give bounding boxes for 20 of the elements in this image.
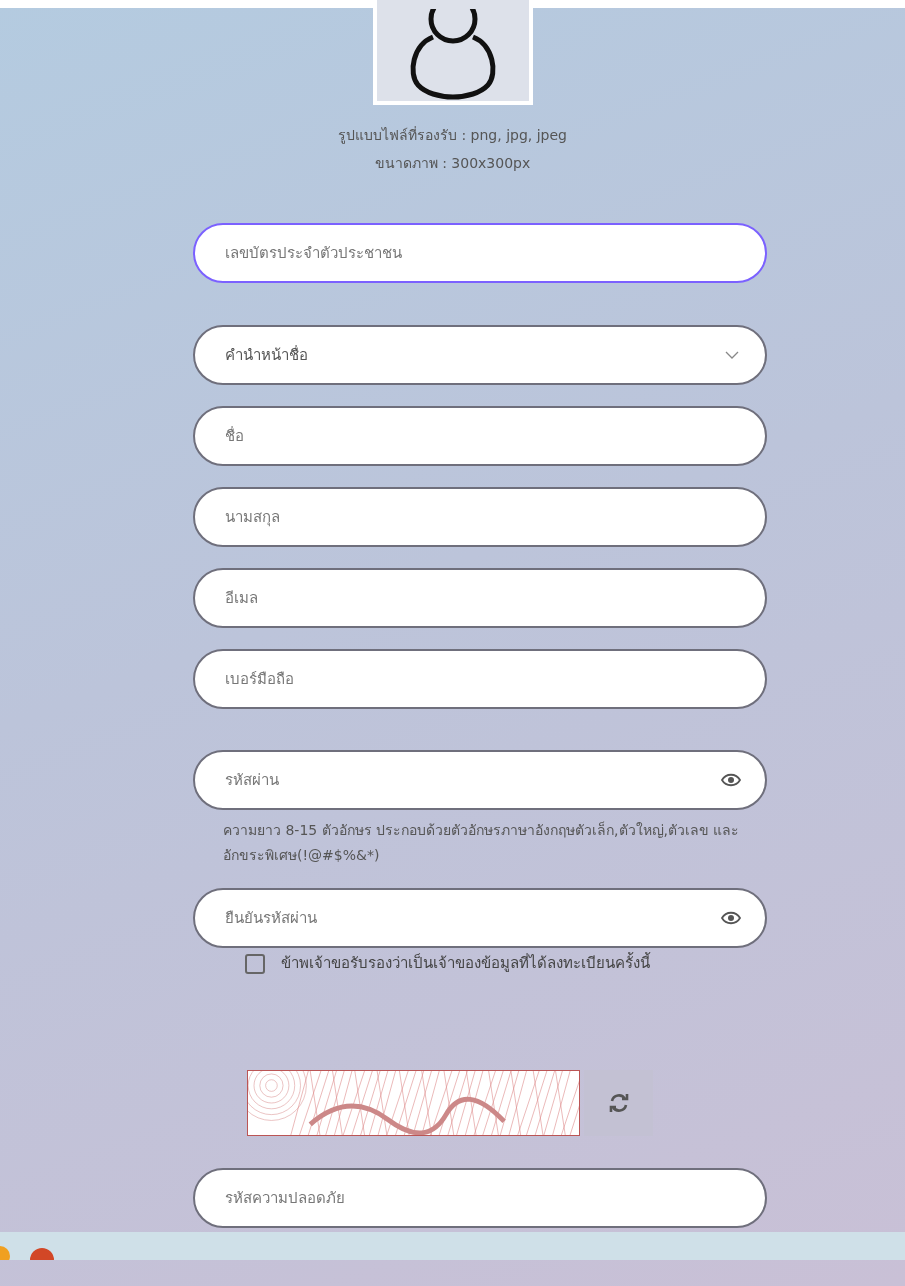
file-format-text: รูปแบบไฟล์ที่รองรับ : png, jpg, jpeg — [337, 125, 568, 146]
input-field[interactable]: นามสกุล — [193, 487, 767, 547]
select-field[interactable]: คำนำหน้าชื่อ — [193, 325, 767, 385]
input-field[interactable]: ชื่อ — [193, 406, 767, 466]
eye-icon[interactable] — [721, 773, 741, 787]
password-field[interactable]: ยืนยันรหัสผ่าน — [193, 888, 767, 948]
consent-label: ข้าพเจ้าขอรับรองว่าเป็นเจ้าของข้อมูลที่ได้ลงทะเบียนครั้งนี้ — [281, 952, 650, 974]
input-field[interactable]: รหัสความปลอดภัย — [193, 1168, 767, 1228]
chevron-down-icon — [725, 351, 739, 359]
password-hint-text: ความยาว 8-15 ตัวอักษร ประกอบด้วยตัวอักษรภาษาอังกฤษตัวเล็ก,ตัวใหญ่,ตัวเลข และอักขระพิเศษ(!@#$%&*) — [222, 820, 741, 865]
refresh-icon — [607, 1092, 630, 1114]
input-field[interactable]: เบอร์มือถือ — [193, 649, 767, 709]
avatar-placeholder[interactable] — [372, 0, 533, 105]
input-field[interactable]: เลขบัตรประจำตัวประชาชน — [193, 223, 767, 283]
eye-icon[interactable] — [721, 911, 741, 925]
image-size-text: ขนาดภาพ : 300x300px — [373, 154, 532, 173]
checkbox[interactable] — [245, 954, 265, 974]
input-field[interactable]: อีเมล — [193, 568, 767, 628]
password-field[interactable]: รหัสผ่าน — [193, 750, 767, 810]
refresh-button[interactable] — [584, 1070, 653, 1136]
